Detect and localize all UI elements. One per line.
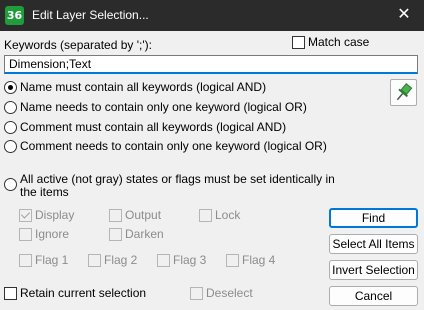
match-case-label[interactable]: Match case: [308, 35, 369, 49]
display-label: Display: [35, 208, 75, 222]
find-button[interactable]: Find: [329, 208, 418, 228]
pin-button[interactable]: [390, 79, 417, 106]
close-button[interactable]: ✕: [394, 5, 414, 25]
flag3-label: Flag 3: [173, 253, 207, 267]
flag1-label: Flag 1: [35, 253, 69, 267]
ignore-checkbox[interactable]: [19, 228, 32, 241]
keywords-input[interactable]: Dimension;Text: [4, 55, 418, 74]
darken-checkbox[interactable]: [109, 228, 122, 241]
flag2-label: Flag 2: [104, 253, 138, 267]
radio-name-one[interactable]: [4, 101, 17, 114]
retain-selection-label[interactable]: Retain current selection: [20, 286, 146, 300]
title-bar: 36 Edit Layer Selection... ✕: [0, 0, 424, 31]
app-icon: 36: [5, 6, 24, 25]
deselect-label: Deselect: [206, 286, 253, 300]
select-all-items-button[interactable]: Select All Items: [329, 234, 418, 254]
darken-label: Darken: [125, 227, 164, 241]
radio-name-all-label[interactable]: Name must contain all keywords (logical …: [20, 80, 266, 94]
radio-comment-all[interactable]: [4, 121, 17, 134]
flag4-label: Flag 4: [242, 253, 276, 267]
pin-icon: [396, 83, 413, 101]
flag3-checkbox[interactable]: [157, 254, 170, 267]
lock-label: Lock: [215, 208, 241, 222]
radio-comment-all-label[interactable]: Comment must contain all keywords (logic…: [20, 120, 286, 134]
deselect-checkbox[interactable]: [190, 287, 203, 300]
cancel-button[interactable]: Cancel: [329, 286, 418, 306]
radio-states-flags[interactable]: [4, 178, 17, 191]
ignore-label: Ignore: [35, 227, 70, 241]
invert-selection-button[interactable]: Invert Selection: [329, 260, 418, 280]
lock-checkbox[interactable]: [199, 209, 212, 222]
radio-name-all[interactable]: [4, 81, 17, 94]
flag4-checkbox[interactable]: [226, 254, 239, 267]
output-checkbox[interactable]: [109, 209, 122, 222]
display-checkbox[interactable]: [19, 209, 32, 222]
close-icon: ✕: [397, 6, 411, 23]
flag2-checkbox[interactable]: [88, 254, 101, 267]
radio-states-flags-label-line2[interactable]: the items: [20, 185, 69, 199]
output-label: Output: [125, 208, 162, 222]
radio-comment-one[interactable]: [4, 140, 17, 153]
radio-states-flags-label-line1[interactable]: All active (not gray) states or flags mu…: [20, 172, 335, 186]
radio-name-one-label[interactable]: Name needs to contain only one keyword (…: [20, 100, 307, 114]
window-title: Edit Layer Selection...: [32, 8, 149, 22]
keywords-label: Keywords (separated by ';'):: [4, 38, 152, 52]
radio-comment-one-label[interactable]: Comment needs to contain only one keywor…: [20, 139, 327, 153]
flag1-checkbox[interactable]: [19, 254, 32, 267]
retain-selection-checkbox[interactable]: [4, 287, 17, 300]
match-case-checkbox[interactable]: [292, 36, 305, 49]
